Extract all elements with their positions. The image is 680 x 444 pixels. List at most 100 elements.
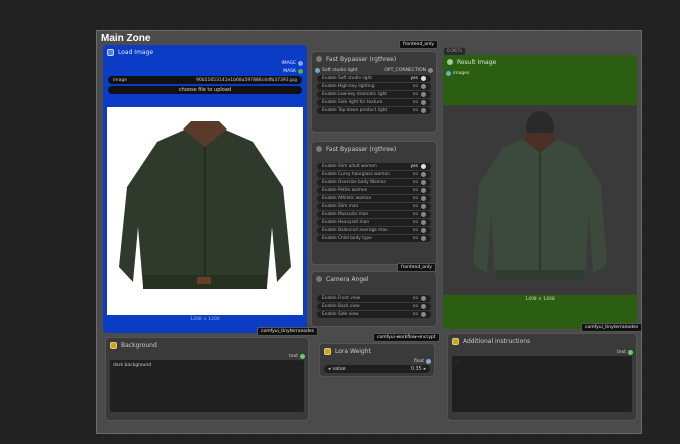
toggle-switch-icon[interactable] [421, 92, 426, 97]
toggle-label: Enable Muscular man [322, 212, 369, 217]
toggle-switch-icon[interactable] [421, 204, 426, 209]
toggle-switch-icon[interactable] [421, 180, 426, 185]
toggle-row[interactable]: Enable Soft studio light yes [317, 75, 431, 82]
output-float-label: float [413, 358, 424, 364]
toggle-row[interactable]: Enable Low-key dramatic light no [317, 91, 431, 98]
stepper-label: value [332, 366, 346, 372]
toggle-switch-icon[interactable] [421, 196, 426, 201]
upload-button[interactable]: choose file to upload [108, 86, 302, 94]
additional-instructions-node[interactable]: Additional instructions text ... [447, 333, 637, 421]
node-collapse-icon[interactable] [452, 337, 459, 345]
tinyterra-tag-1: comfyui_tinyterranodes [257, 327, 319, 336]
toggle-switch-icon[interactable] [421, 84, 426, 89]
toggle-switch-icon[interactable] [421, 312, 426, 317]
toggle-label: Enable Low-key dramatic light [322, 92, 387, 97]
toggle-state: no [412, 304, 418, 309]
result-image-node[interactable]: Result Image images 1408 × 1408 [443, 55, 637, 329]
toggle-row[interactable]: Enable Back view no [317, 303, 431, 310]
bypasser1-toggle-list: Enable Soft studio light yes Enable High-k… [312, 75, 436, 114]
toggle-row[interactable]: Enable Side light for texture no [317, 99, 431, 106]
toggle-state: no [412, 204, 418, 209]
fast-bypasser-node-2[interactable]: Fast Bypasser (rgthree) Enable Slim adul… [311, 141, 437, 265]
toggle-switch-icon[interactable] [421, 188, 426, 193]
toggle-switch-icon[interactable] [421, 304, 426, 309]
toggle-switch-icon[interactable] [421, 164, 426, 169]
toggle-row[interactable]: Enable High-key lighting no [317, 83, 431, 90]
output-mask-socket[interactable] [298, 68, 303, 74]
additional-textarea[interactable]: ... [452, 356, 632, 412]
toggle-row[interactable]: Enable Balanced average man no [317, 227, 431, 234]
toggle-row[interactable]: Enable Side view no [317, 311, 431, 318]
input-images-label: images [453, 70, 470, 76]
toggle-state: no [412, 84, 418, 89]
toggle-label: Enable Side light for texture [322, 100, 383, 105]
node-collapse-icon[interactable] [447, 59, 453, 65]
toggle-row[interactable]: Enable Oversize body Woman no [317, 179, 431, 186]
toggle-row[interactable]: Enable Top-down product light no [317, 107, 431, 114]
toggle-row[interactable]: Enable Heavyset man no [317, 219, 431, 226]
toggle-row[interactable]: Enable Front view no [317, 295, 431, 302]
toggle-switch-icon[interactable] [421, 100, 426, 105]
toggle-state: no [412, 92, 418, 97]
toggle-switch-icon[interactable] [421, 228, 426, 233]
toggle-switch-icon[interactable] [421, 296, 426, 301]
node-collapse-icon[interactable] [107, 48, 114, 56]
image-field-value: 90b51653141e1b68a597886c4dfb37393.jpg [196, 77, 297, 83]
toggle-label: Enable Front view [322, 296, 361, 301]
toggle-state: no [412, 236, 418, 241]
load-image-node[interactable]: Load Image IMAGE MASK image 90b51653141e… [103, 45, 307, 333]
toggle-switch-icon[interactable] [421, 108, 426, 113]
output-text-socket[interactable] [300, 353, 305, 359]
node-title: Load Image [118, 48, 154, 56]
workflow-encrypt-tag: comfyui-workflow-encrypt [373, 333, 440, 342]
toggle-switch-icon[interactable] [421, 236, 426, 241]
zone-title: Main Zone [101, 33, 151, 44]
fast-bypasser-node-1[interactable]: Fast Bypasser (rgthree) Soft studio ligh… [311, 51, 437, 133]
lora-value-stepper[interactable]: ◂ value 0.35 ▸ [324, 365, 430, 373]
output-text-socket[interactable] [628, 349, 633, 355]
toggle-switch-icon[interactable] [421, 76, 426, 81]
output-socket[interactable] [428, 67, 433, 73]
toggle-row[interactable]: Enable Curvy hourglass woman no [317, 171, 431, 178]
node-collapse-icon[interactable] [324, 347, 331, 355]
toggle-switch-icon[interactable] [421, 220, 426, 225]
input-socket[interactable] [315, 67, 320, 73]
toggle-row[interactable]: Enable Petite women no [317, 187, 431, 194]
camera-angel-node[interactable]: Camera Angel Enable Front view no Enable B… [311, 271, 437, 327]
toggle-row[interactable]: Enable Muscular man no [317, 211, 431, 218]
result-image-preview [443, 105, 637, 295]
toggle-state: no [412, 172, 418, 177]
background-textarea[interactable]: dark background [110, 360, 304, 412]
toggle-row[interactable]: Enable Athletic woman no [317, 195, 431, 202]
toggle-label: Enable Soft studio light [322, 76, 372, 81]
toggle-state: no [412, 296, 418, 301]
node-collapse-icon[interactable] [316, 56, 322, 62]
toggle-label: Enable Back view [322, 304, 360, 309]
output-image-label: IMAGE [281, 60, 296, 66]
image-size-caption: 1200 × 1200 [190, 317, 220, 322]
toggle-state: no [412, 228, 418, 233]
toggle-label: Enable Side view [322, 312, 359, 317]
toggle-row[interactable]: Enable Slim adult women yes [317, 163, 431, 170]
toggle-state: no [412, 108, 418, 113]
stepper-increase-icon[interactable]: ▸ [424, 367, 426, 372]
main-zone-group[interactable]: Main Zone frontend_only 0.067s Load Imag… [96, 30, 643, 434]
toggle-row[interactable]: Enable Child body type no [317, 235, 431, 242]
toggle-switch-icon[interactable] [421, 212, 426, 217]
node-title: Fast Bypasser (rgthree) [326, 55, 397, 63]
toggle-row[interactable]: Enable Slim man no [317, 203, 431, 210]
tinyterra-tag-2: comfyui_tinyterranodes [581, 323, 643, 332]
node-collapse-icon[interactable] [110, 341, 117, 349]
toggle-switch-icon[interactable] [421, 172, 426, 177]
background-text-node[interactable]: Background text dark background [105, 337, 309, 421]
output-image-socket[interactable] [298, 60, 303, 66]
node-collapse-icon[interactable] [316, 146, 322, 152]
output-text-label: text [289, 353, 298, 359]
node-collapse-icon[interactable] [316, 276, 322, 282]
image-select-widget[interactable]: image 90b51653141e1b68a597886c4dfb37393.… [108, 76, 302, 84]
lora-weight-node[interactable]: Lora Weight float ◂ value 0.35 ▸ [319, 343, 435, 377]
output-label: OPT_CONNECTION [384, 67, 426, 73]
output-float-socket[interactable] [426, 358, 431, 364]
input-images-socket[interactable] [446, 70, 451, 76]
node-title: Lora Weight [335, 347, 371, 355]
